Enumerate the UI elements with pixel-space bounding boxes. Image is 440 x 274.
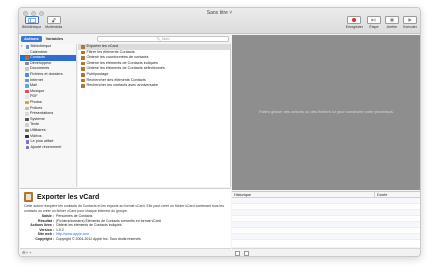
library-button[interactable]: Bibliothèque: [22, 16, 41, 29]
search-input[interactable]: 🔍︎ Nom: [97, 36, 229, 42]
contacts-action-icon: [81, 67, 85, 71]
tab-variables[interactable]: Variables: [43, 36, 67, 42]
category-icon: [25, 100, 29, 105]
category-icon: [25, 84, 29, 88]
contacts-action-icon: [81, 73, 85, 77]
category-icon: [25, 67, 29, 71]
step-label: Étape: [369, 25, 379, 29]
search-icon: 🔍︎: [156, 37, 162, 41]
workflow-area[interactable]: Faites glisser des actions ou des fichie…: [232, 35, 420, 190]
category-icon: [25, 123, 29, 127]
category-icon: [25, 89, 29, 94]
vcard-icon: [24, 192, 33, 202]
library-item[interactable]: Ajouté récemment: [20, 145, 76, 151]
category-icon: [25, 128, 29, 133]
category-icon: [25, 112, 29, 116]
media-label: Multimédia: [45, 25, 63, 29]
history-view-icon[interactable]: [244, 250, 249, 256]
library-item-label: Ajouté récemment: [30, 144, 62, 149]
stop-label: Arrêter: [386, 25, 398, 29]
library-list: ▾ Bibliothèque Calendrier Contacts Développe…: [20, 44, 77, 187]
gear-icon[interactable]: ⚙˅ +: [22, 250, 31, 255]
description-meta: Saisie : Personnes de Contacts Résultat :(…: [20, 213, 231, 242]
category-icon: [25, 56, 29, 60]
action-item[interactable]: Rechercher les contacts avec anniversair…: [78, 83, 230, 89]
contacts-action-icon: [81, 61, 85, 66]
library-tabs: Actions Variables: [19, 35, 95, 43]
run-label: Exécuter: [403, 25, 417, 29]
media-button[interactable]: Multimédia: [45, 16, 62, 29]
disclosure-triangle-icon[interactable]: ▾: [21, 44, 24, 50]
meta-key: Copyright :: [35, 236, 54, 241]
description-body: Cette action récupère les contacts du Co…: [24, 204, 224, 213]
record-icon: [347, 16, 362, 24]
history-bottom-bar: [232, 248, 420, 256]
category-icon: [25, 117, 29, 122]
workflow-hint: Faites glisser des actions ou des fichie…: [259, 109, 394, 114]
meta-value: Copyright © 2004-2012 Apple Inc. Tous dr…: [56, 236, 141, 241]
category-icon: [25, 73, 29, 77]
toolbar-left: Bibliothèque Multimédia: [22, 16, 62, 29]
step-icon: [367, 16, 381, 24]
description-pane: Exporter les vCard Cette action récupère…: [20, 188, 231, 248]
automator-window: Sans titre ˅ Bibliothèque Multimédia Enr…: [18, 7, 421, 257]
title-bar: Sans titre ˅ Bibliothèque Multimédia Enr…: [19, 8, 420, 34]
workflow-view-icon[interactable]: [235, 250, 240, 256]
run-button[interactable]: Exécuter: [403, 16, 417, 29]
description-title: Exporter les vCard: [37, 193, 100, 201]
run-icon: [403, 16, 417, 24]
library-bottom-bar: ⚙˅ +: [20, 248, 231, 256]
record-label: Enregistrer: [345, 25, 363, 29]
category-icon: [25, 140, 29, 144]
category-icon: [25, 61, 29, 66]
contacts-action-icon: [81, 84, 85, 88]
search-placeholder: Nom: [162, 37, 170, 41]
stop-icon: [385, 16, 399, 24]
duration-column-header[interactable]: Durée: [375, 192, 387, 197]
category-icon: [25, 78, 29, 83]
step-button[interactable]: Étape: [367, 16, 381, 29]
category-icon: [25, 50, 29, 55]
category-icon: [25, 134, 29, 139]
media-icon: [46, 16, 61, 24]
contacts-action-icon: [81, 56, 85, 60]
contacts-action-icon: [81, 45, 85, 49]
library-icon: [24, 16, 39, 24]
record-button[interactable]: Enregistrer: [346, 16, 363, 29]
category-icon: [25, 145, 29, 150]
history-rows: [232, 198, 420, 240]
history-column-header[interactable]: Historique: [232, 192, 375, 197]
category-icon: [25, 95, 29, 99]
contacts-action-icon: [81, 78, 85, 83]
category-icon: [25, 106, 29, 111]
category-icon: [25, 45, 29, 49]
stop-button[interactable]: Arrêter: [385, 16, 399, 29]
description-meta-row: Copyright : Copyright © 2004-2012 Apple I…: [24, 237, 231, 242]
library-label: Bibliothèque: [22, 25, 42, 29]
toolbar-right: Enregistrer Étape Arrêter Exécuter: [346, 16, 417, 29]
actions-list: Exporter les vCard Filtrer les éléments C…: [78, 44, 231, 187]
history-pane: Historique Durée: [232, 191, 420, 247]
meta-value: Obtenir les éléments de Contacts indiqué…: [56, 223, 122, 228]
tab-actions[interactable]: Actions: [21, 36, 42, 42]
contacts-action-icon: [81, 50, 85, 55]
action-item-label: Rechercher les contacts avec anniversair…: [86, 83, 159, 88]
